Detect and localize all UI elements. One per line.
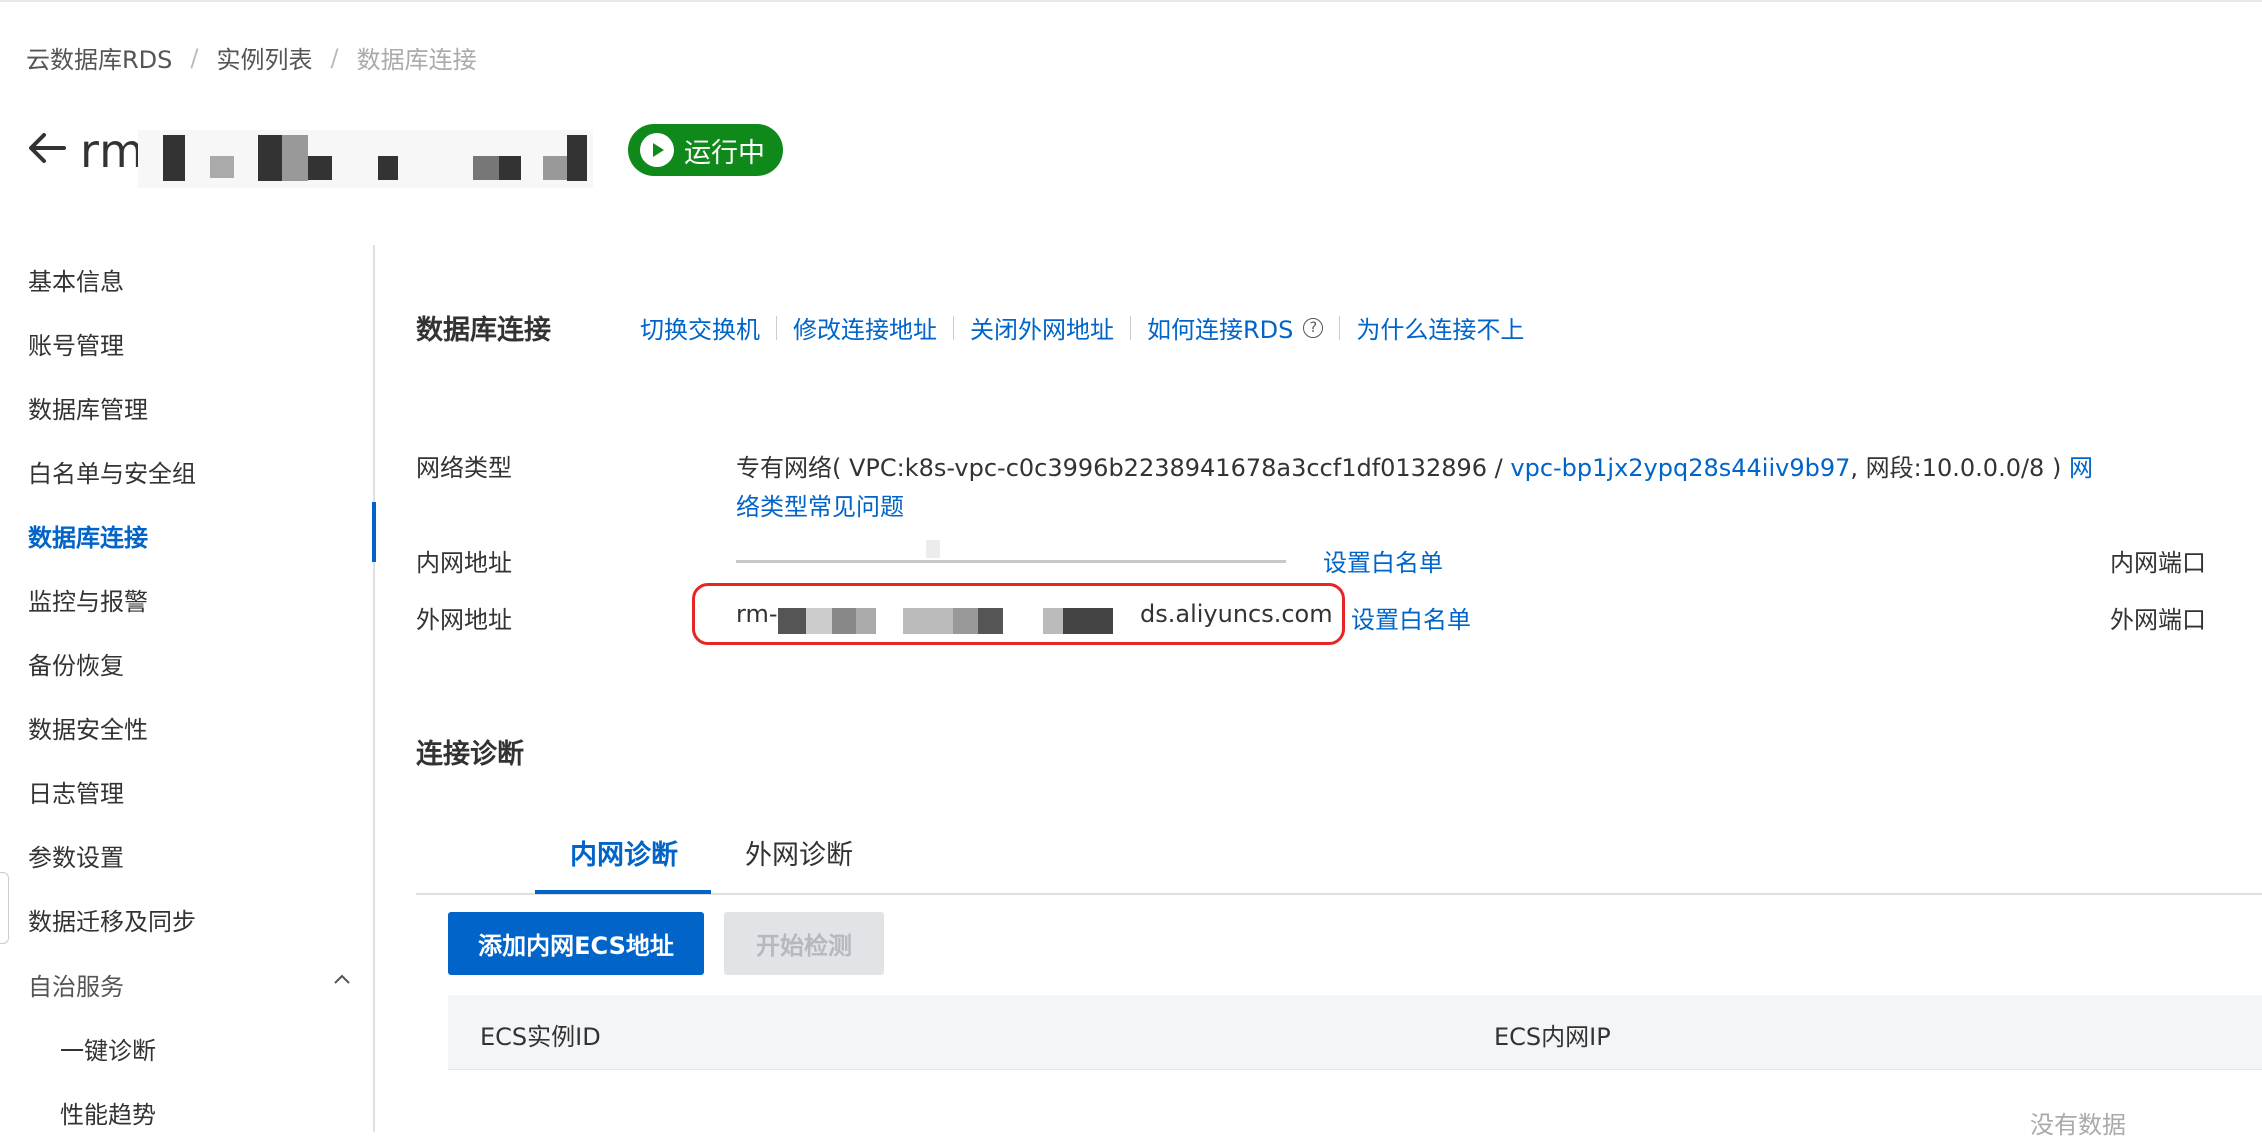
sidebar-item-monitoring[interactable]: 监控与报警 [28,582,148,617]
internal-port-label: 内网端口 [2110,549,2206,577]
breadcrumb-separator: / [190,43,199,72]
help-icon[interactable]: ? [1303,317,1324,338]
sidebar-item-backup[interactable]: 备份恢复 [28,646,124,681]
external-address-highlight [692,583,1345,645]
column-ecs-instance-id: ECS实例ID [480,1023,601,1051]
db-connection-actions: 切换交换机 修改连接地址 关闭外网地址 如何连接RDS ? 为什么连接不上 [640,310,1524,345]
network-segment: , 网段:10.0.0.0/8 ) [1850,454,2069,482]
close-public-address-link[interactable]: 关闭外网地址 [970,310,1114,345]
play-icon [640,133,674,167]
sidebar-item-databases[interactable]: 数据库管理 [28,390,148,425]
db-connection-title: 数据库连接 [416,315,551,346]
sidebar-item-whitelist[interactable]: 白名单与安全组 [28,454,196,489]
action-divider [953,315,954,340]
active-tab-indicator [535,890,711,894]
network-type-value: 专有网络( VPC:k8s-vpc-c0c3996b2238941678a3cc… [736,448,2093,483]
how-to-connect-link[interactable]: 如何连接RDS [1147,310,1293,345]
sidebar-collapse-handle[interactable] [0,872,9,944]
external-port-label: 外网端口 [2110,606,2206,634]
instance-title: rm [80,124,145,178]
action-divider [1130,315,1131,340]
network-type-vpc-text: 专有网络( VPC:k8s-vpc-c0c3996b2238941678a3cc… [736,454,1511,482]
tab-external-diagnosis[interactable]: 外网诊断 [745,833,853,872]
status-badge: 运行中 [628,124,783,176]
table-header: ECS实例ID ECS内网IP [448,995,2262,1070]
instance-id-redacted [138,120,618,200]
tab-internal-diagnosis[interactable]: 内网诊断 [570,833,678,872]
start-detection-button[interactable]: 开始检测 [724,912,884,975]
breadcrumb-separator: / [330,43,339,72]
sidebar-item-security[interactable]: 数据安全性 [28,710,148,745]
breadcrumb: 云数据库RDS / 实例列表 / 数据库连接 [26,40,477,75]
add-ecs-address-button[interactable]: 添加内网ECS地址 [448,912,704,975]
switch-vswitch-link[interactable]: 切换交换机 [640,310,760,345]
sidebar-item-accounts[interactable]: 账号管理 [28,326,124,361]
internal-address-redacted [736,540,1286,570]
internal-whitelist-link[interactable]: 设置白名单 [1323,543,1443,578]
breadcrumb-current: 数据库连接 [356,46,477,74]
sidebar-item-autonomy[interactable]: 自治服务 [28,967,124,1002]
sidebar-item-basic-info[interactable]: 基本信息 [28,262,124,297]
sidebar: 基本信息 账号管理 数据库管理 白名单与安全组 数据库连接 监控与报警 备份恢复… [0,245,375,1132]
vpc-link[interactable]: vpc-bp1jx2ypq28s44iiv9b97 [1510,454,1850,482]
chevron-up-icon[interactable] [330,968,354,992]
sidebar-subitem-performance[interactable]: 性能趋势 [60,1095,156,1130]
modify-address-link[interactable]: 修改连接地址 [793,310,937,345]
sidebar-item-logs[interactable]: 日志管理 [28,774,124,809]
back-arrow-icon[interactable] [24,125,70,171]
sidebar-item-parameters[interactable]: 参数设置 [28,838,124,873]
breadcrumb-rds[interactable]: 云数据库RDS [26,40,172,75]
network-type-label: 网络类型 [416,454,512,482]
empty-state-text: 没有数据 [2030,1111,2126,1139]
sidebar-subitem-diagnosis[interactable]: 一键诊断 [60,1031,156,1066]
action-divider [1339,315,1341,340]
breadcrumb-instance-list[interactable]: 实例列表 [216,40,312,75]
why-cannot-connect-link[interactable]: 为什么连接不上 [1356,310,1524,345]
column-ecs-internal-ip: ECS内网IP [1494,1023,1611,1051]
top-border [0,0,2262,2]
external-whitelist-link[interactable]: 设置白名单 [1351,600,1471,635]
sidebar-item-db-connection[interactable]: 数据库连接 [28,518,148,553]
network-faq-link-start[interactable]: 网 [2069,454,2093,482]
internal-address-label: 内网地址 [416,549,512,577]
action-divider [776,315,777,340]
status-text: 运行中 [684,137,765,169]
sidebar-item-migration[interactable]: 数据迁移及同步 [28,902,196,937]
external-address-label: 外网地址 [416,606,512,634]
network-faq-link[interactable]: 络类型常见问题 [736,487,904,522]
diagnosis-title: 连接诊断 [416,739,524,770]
